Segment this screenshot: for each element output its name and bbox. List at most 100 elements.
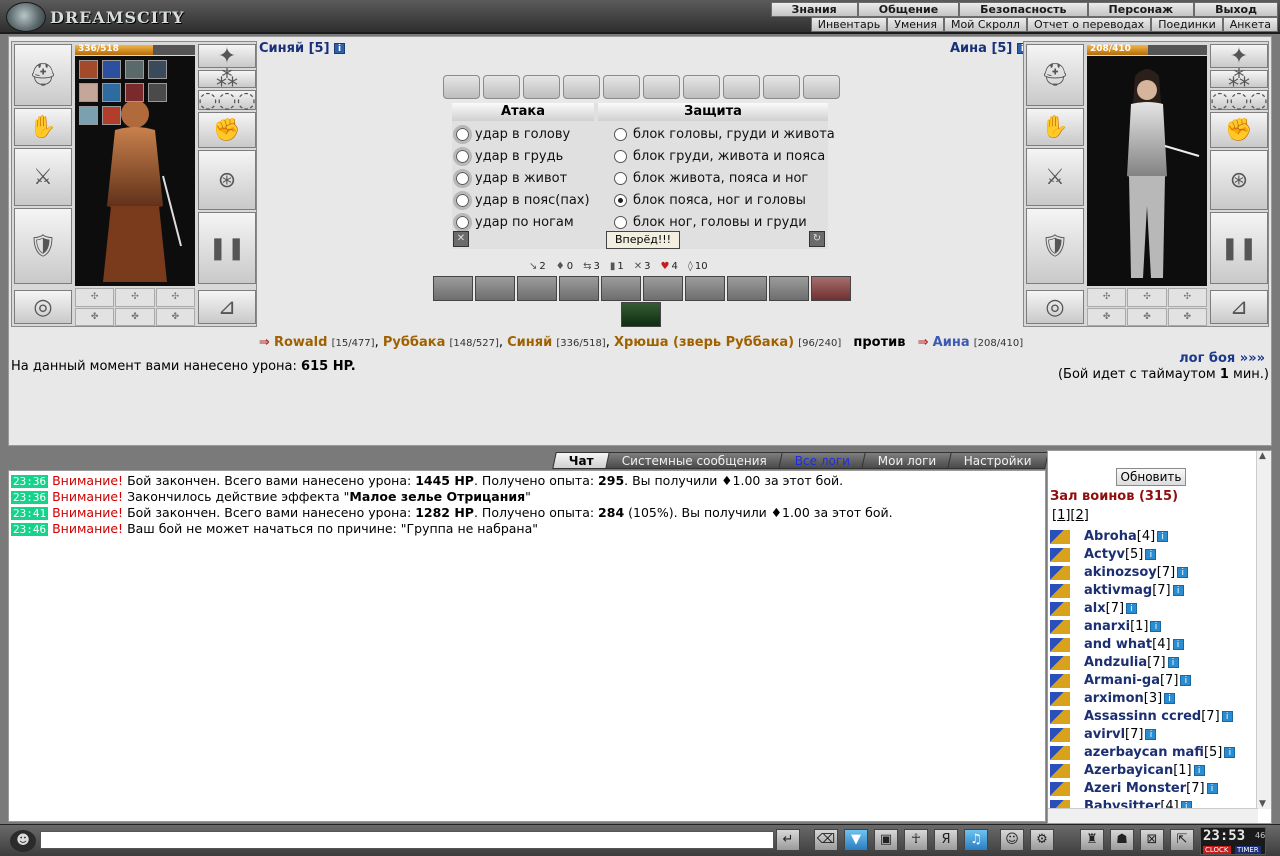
trick-slot-icon[interactable]: ✣ [75, 288, 115, 307]
submenu-inventory[interactable]: Инвентарь [810, 17, 888, 32]
defense-option-1[interactable]: блок головы, груди и живота [614, 123, 835, 145]
mask-icon[interactable]: ☗ [1110, 829, 1134, 851]
scroll-slot[interactable] [442, 75, 480, 99]
effect-icon[interactable] [79, 106, 98, 125]
trick-slot-icon[interactable]: ✤ [1167, 307, 1207, 326]
music-icon[interactable]: ♫ [964, 829, 988, 851]
player-name[interactable]: azerbaycan mafi [1084, 745, 1204, 760]
amulet-slot[interactable]: ✦ [1210, 44, 1268, 69]
radio-button[interactable] [614, 193, 627, 207]
player-row[interactable]: Andzulia [7] i [1050, 655, 1179, 670]
radio-button[interactable] [614, 149, 627, 163]
clock-tab[interactable]: CLOCK [1203, 846, 1231, 854]
shield-slot[interactable]: ⊛ [198, 150, 256, 210]
effect-icon[interactable] [148, 83, 167, 102]
effect-icon[interactable] [102, 106, 121, 125]
trick-slot-icon[interactable]: ✣ [1127, 288, 1167, 307]
vertical-scrollbar[interactable] [1256, 451, 1271, 809]
radio-button[interactable] [614, 127, 627, 141]
player-row[interactable]: Actyv [5] i [1050, 547, 1157, 562]
leggings-slot[interactable]: ❚❚ [1210, 212, 1268, 284]
radio-button[interactable] [453, 190, 472, 210]
info-icon[interactable]: i [334, 43, 346, 54]
scroll-slot[interactable] [602, 75, 640, 99]
trick-slot-icon[interactable]: ✣ [1087, 288, 1127, 307]
info-icon[interactable]: i [1164, 693, 1176, 704]
info-icon[interactable]: i [1126, 603, 1138, 614]
team2-player[interactable]: Аина [933, 335, 970, 350]
info-icon[interactable]: i [1193, 765, 1205, 776]
skill-icon[interactable] [727, 276, 767, 301]
menu-character[interactable]: Персонаж [1087, 2, 1195, 17]
team1-player[interactable]: Хрюша (зверь Руббака) [614, 335, 794, 350]
leggings-slot[interactable]: ❚❚ [198, 212, 256, 284]
info-icon[interactable]: i [1167, 657, 1179, 668]
player-name[interactable]: Actyv [1084, 547, 1125, 562]
refresh-button[interactable]: Обновить [1116, 468, 1186, 486]
message-time[interactable]: 23:41 [11, 507, 49, 520]
team1-player[interactable]: Синяй [507, 335, 552, 350]
radio-button[interactable] [614, 171, 627, 185]
scroll-slot[interactable] [682, 75, 720, 99]
player-name[interactable]: Assassinn ccred [1084, 709, 1201, 724]
trick-slot-icon[interactable]: ✤ [75, 307, 115, 326]
scroll-slot[interactable] [802, 75, 840, 99]
effect-icon[interactable] [125, 83, 144, 102]
chat-log[interactable]: 23:36 Внимание! Бой закончен. Всего вами… [8, 470, 1046, 822]
belt-slot[interactable]: ◎ [1026, 290, 1084, 324]
left-avatar[interactable] [75, 56, 195, 286]
smiley-icon[interactable]: ☺ [1000, 829, 1024, 851]
skill-icon[interactable] [621, 302, 661, 327]
smiley-menu-icon[interactable]: ☻ [10, 830, 36, 852]
scroll-slot[interactable] [722, 75, 760, 99]
send-icon[interactable]: ↵ [776, 829, 800, 851]
player-name[interactable]: Azerbayican [1084, 763, 1173, 778]
attack-option-legs[interactable]: удар по ногам [453, 211, 574, 233]
skill-icon[interactable] [643, 276, 683, 301]
settings-icon[interactable]: ⚙ [1030, 829, 1054, 851]
bracers-slot[interactable]: ✋ [1026, 108, 1084, 146]
info-icon[interactable]: i [1172, 639, 1184, 650]
player-name[interactable]: Andzulia [1084, 655, 1147, 670]
attack-option-chest[interactable]: удар в грудь [453, 145, 563, 167]
skill-icon[interactable] [769, 276, 809, 301]
info-icon[interactable]: i [1221, 711, 1233, 722]
trick-slot-icon[interactable]: ✣ [115, 288, 155, 307]
info-icon[interactable]: i [1145, 729, 1157, 740]
shield-slot[interactable]: ⊛ [1210, 150, 1268, 210]
gloves-slot[interactable]: ✊ [1210, 112, 1268, 148]
player-row[interactable]: aktivmag [7] i [1050, 583, 1184, 598]
exit-icon[interactable]: ⇱ [1170, 829, 1194, 851]
message-time[interactable]: 23:46 [11, 523, 49, 536]
gloves-slot[interactable]: ✊ [198, 112, 256, 148]
walk-icon[interactable]: ☥ [904, 829, 928, 851]
tab-chat[interactable]: Чат [552, 452, 611, 469]
trick-slot-icon[interactable]: ✤ [1087, 307, 1127, 326]
lock-icon[interactable]: ⊠ [1140, 829, 1164, 851]
player-row[interactable]: and what [4] i [1050, 637, 1184, 652]
right-avatar[interactable] [1087, 56, 1207, 286]
defense-option-4[interactable]: блок пояса, ног и головы [614, 189, 806, 211]
armor-slot[interactable]: 🛡 [14, 208, 72, 284]
filter-icon[interactable]: ▼ [844, 829, 868, 851]
menu-exit[interactable]: Выход [1194, 2, 1278, 17]
skill-icon[interactable] [517, 276, 557, 301]
page-link[interactable]: 2 [1076, 508, 1084, 523]
player-name[interactable]: and what [1084, 637, 1152, 652]
logo[interactable]: DREAMSCITY [6, 2, 185, 32]
eraser-icon[interactable]: ⌫ [814, 829, 838, 851]
trick-slot-icon[interactable]: ✣ [1167, 288, 1207, 307]
player-row[interactable]: azerbaycan mafi [5] i [1050, 745, 1236, 760]
submenu-skills[interactable]: Умения [887, 17, 944, 32]
rings-slot[interactable]: ◌◌◌ [1210, 88, 1268, 113]
menu-knowledge[interactable]: Знания [770, 2, 858, 17]
player-name[interactable]: akinozsoy [1084, 565, 1157, 580]
tab-system-messages[interactable]: Системные сообщения [604, 452, 784, 469]
info-icon[interactable]: i [1180, 675, 1192, 686]
refresh-icon[interactable]: ↻ [809, 231, 825, 247]
scroll-slot[interactable] [762, 75, 800, 99]
player-row[interactable]: akinozsoy [7] i [1050, 565, 1189, 580]
player-name[interactable]: alx [1084, 601, 1106, 616]
effect-icon[interactable] [148, 60, 167, 79]
player-name[interactable]: arximon [1084, 691, 1144, 706]
